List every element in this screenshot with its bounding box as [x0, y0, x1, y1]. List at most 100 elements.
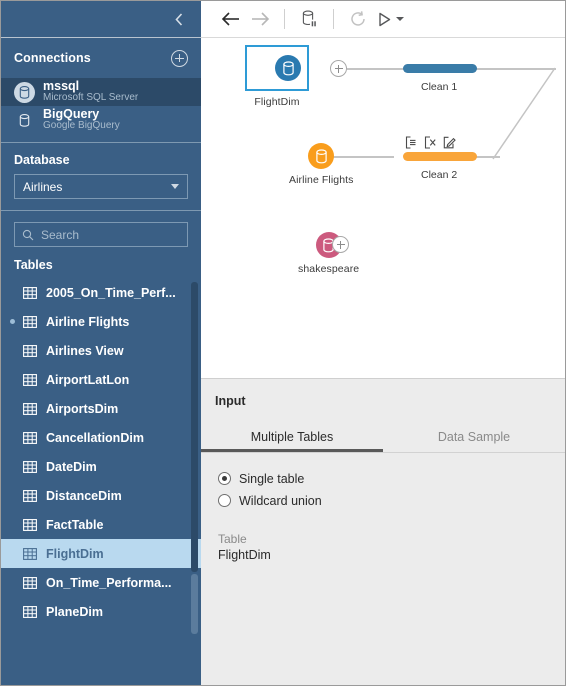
table-list-item-label: PlaneDim — [46, 604, 103, 619]
flow-step-clean1[interactable] — [403, 64, 477, 73]
connector-diagonal — [492, 67, 556, 160]
flow-node-selection-box[interactable] — [245, 45, 309, 91]
main-panel: FlightDim Clean 1 Airline Flights Clean … — [201, 1, 565, 685]
table-grid-icon — [23, 460, 37, 473]
input-panel-tabs: Multiple Tables Data Sample — [201, 424, 565, 453]
table-grid-icon — [23, 547, 37, 560]
flow-step-clean2[interactable] — [403, 152, 477, 161]
table-mode-radio-group: Single table Wildcard union — [201, 453, 565, 513]
table-list-item[interactable]: AirportsDim — [1, 394, 201, 423]
table-list-item[interactable]: Airline Flights — [1, 307, 201, 336]
table-list-item-label: DistanceDim — [46, 488, 122, 503]
database-pause-icon[interactable] — [294, 6, 324, 32]
table-list-item[interactable]: On_Time_Performa... — [1, 568, 201, 597]
add-step-icon[interactable] — [405, 136, 418, 149]
flow-toolbar — [201, 1, 565, 38]
table-list-item-label: CancellationDim — [46, 430, 144, 445]
table-grid-icon — [23, 344, 37, 357]
table-grid-icon — [23, 605, 37, 618]
table-list-item[interactable]: AirportLatLon — [1, 365, 201, 394]
table-list-item[interactable]: DateDim — [1, 452, 201, 481]
flow-step-actions — [405, 136, 456, 149]
connection-subtitle: Google BigQuery — [43, 120, 120, 132]
remove-step-icon[interactable] — [424, 136, 437, 149]
tables-scrollbar[interactable] — [191, 282, 198, 683]
table-list-item-label: FlightDim — [46, 546, 104, 561]
database-label: Database — [14, 153, 70, 167]
flow-node-add-icon[interactable] — [330, 60, 347, 77]
table-list-item-label: On_Time_Performa... — [46, 575, 172, 590]
plus-circle-icon[interactable] — [171, 49, 188, 67]
search-input[interactable] — [41, 227, 180, 242]
flow-step-label: Clean 1 — [421, 81, 458, 93]
search-section — [1, 211, 201, 247]
refresh-icon[interactable] — [343, 6, 373, 32]
radio-single-table[interactable]: Single table — [218, 469, 565, 488]
flow-node-flightdim[interactable]: FlightDim — [245, 45, 309, 108]
connection-item-mssql[interactable]: mssql Microsoft SQL Server — [1, 78, 201, 106]
table-list-item-label: FactTable — [46, 517, 104, 532]
chevron-left-icon[interactable] — [170, 10, 188, 28]
tab-multiple-tables[interactable]: Multiple Tables — [201, 424, 383, 452]
radio-indicator — [218, 472, 231, 485]
connection-subtitle: Microsoft SQL Server — [43, 92, 139, 104]
input-panel-title: Input — [215, 394, 246, 408]
table-grid-icon — [23, 286, 37, 299]
table-field-value[interactable]: FlightDim — [218, 547, 565, 564]
table-list-item[interactable]: DistanceDim — [1, 481, 201, 510]
flow-node-shakespeare[interactable]: shakespeare — [298, 232, 359, 275]
table-grid-icon — [23, 489, 37, 502]
table-list-item[interactable]: PlaneDim — [1, 597, 201, 626]
table-grid-icon — [23, 576, 37, 589]
table-list-item-label: Airlines View — [46, 343, 124, 358]
table-list-item[interactable]: 2005_On_Time_Perf... — [1, 278, 201, 307]
sidebar-topbar — [1, 1, 201, 38]
table-list-item-label: AirportsDim — [46, 401, 119, 416]
tables-scrollbar-thumb[interactable] — [191, 282, 198, 572]
table-list-item-label: Airline Flights — [46, 314, 130, 329]
play-icon[interactable] — [373, 6, 395, 32]
database-icon — [14, 110, 35, 131]
tab-data-sample[interactable]: Data Sample — [383, 424, 565, 452]
database-select[interactable]: Airlines — [14, 174, 188, 199]
table-list-item[interactable]: FactTable — [1, 510, 201, 539]
database-select-value: Airlines — [23, 179, 63, 194]
table-active-dot — [10, 319, 15, 324]
table-list-item-label: AirportLatLon — [46, 372, 130, 387]
connections-header: Connections — [1, 38, 201, 78]
table-grid-icon — [23, 431, 37, 444]
radio-indicator — [218, 494, 231, 507]
table-grid-icon — [23, 315, 37, 328]
table-list-item[interactable]: Airlines View — [1, 336, 201, 365]
flow-node-airline-flights[interactable]: Airline Flights — [289, 143, 354, 186]
flow-node-add-icon-shakespeare[interactable] — [332, 236, 349, 253]
edit-step-icon[interactable] — [443, 136, 456, 149]
toolbar-separator-2 — [333, 9, 334, 29]
table-grid-icon — [23, 518, 37, 531]
flow-canvas[interactable]: FlightDim Clean 1 Airline Flights Clean … — [201, 38, 565, 378]
flow-step-label: Clean 2 — [421, 169, 458, 181]
tables-list: 2005_On_Time_Perf... Airline Flights Airli… — [1, 278, 201, 628]
table-list-item[interactable]: FlightDim — [1, 539, 201, 568]
radio-wildcard-union[interactable]: Wildcard union — [218, 491, 565, 510]
arrow-left-icon[interactable] — [215, 6, 245, 32]
input-panel: Input Multiple Tables Data Sample Single… — [201, 378, 565, 685]
table-list-item-label: 2005_On_Time_Perf... — [46, 285, 176, 300]
search-icon — [22, 229, 34, 241]
flow-node-label: FlightDim — [254, 96, 300, 108]
arrow-right-icon[interactable] — [245, 6, 275, 32]
app-window: Connections mssql Microsoft SQL Server B… — [0, 0, 566, 686]
table-list-item-label: DateDim — [46, 459, 97, 474]
tables-scrollbar-thumb-secondary[interactable] — [191, 574, 198, 634]
table-grid-icon — [23, 402, 37, 415]
toolbar-separator — [284, 9, 285, 29]
tables-label: Tables — [14, 258, 53, 272]
radio-label: Wildcard union — [239, 493, 322, 508]
connection-item-bigquery[interactable]: BigQuery Google BigQuery — [1, 106, 201, 134]
chevron-down-icon[interactable] — [396, 17, 404, 21]
search-box[interactable] — [14, 222, 188, 247]
database-icon — [308, 143, 335, 169]
table-list-item[interactable]: CancellationDim — [1, 423, 201, 452]
flow-node-label: Airline Flights — [289, 174, 354, 186]
flow-node-label: shakespeare — [298, 263, 360, 275]
